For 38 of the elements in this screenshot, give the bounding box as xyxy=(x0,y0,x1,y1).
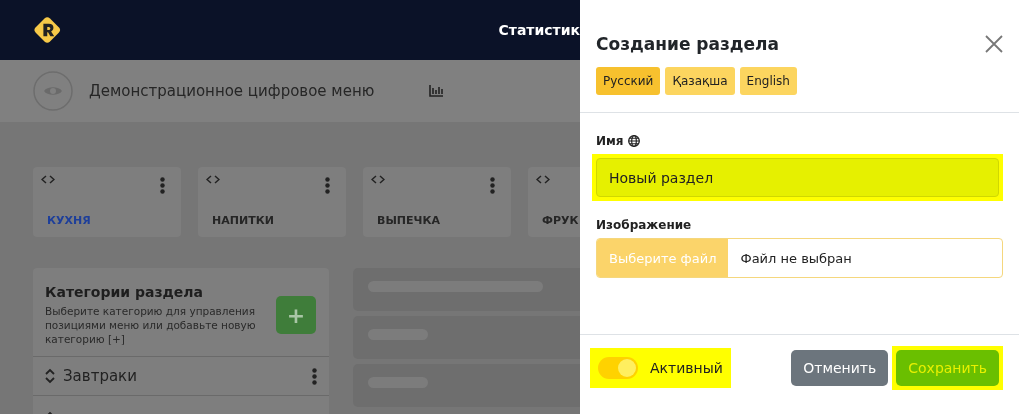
language-tab[interactable]: Қазақша xyxy=(665,67,735,95)
kebab-menu-icon[interactable] xyxy=(312,367,317,385)
code-icon xyxy=(536,175,550,184)
dialog-title: Создание раздела xyxy=(596,34,780,54)
code-icon xyxy=(41,175,55,184)
kebab-menu-icon[interactable] xyxy=(325,177,330,194)
globe-icon xyxy=(627,135,640,147)
category-row[interactable]: Завтраки xyxy=(33,356,329,395)
language-tab[interactable]: English xyxy=(739,67,797,95)
section-card[interactable]: ФРУК xyxy=(528,167,580,237)
section-card[interactable]: КУХНЯ xyxy=(33,167,181,237)
code-icon xyxy=(371,175,385,184)
bar-chart-icon[interactable] xyxy=(429,85,444,97)
file-input[interactable]: Выберите файл Файл не выбран xyxy=(596,238,1003,278)
code-icon xyxy=(206,175,220,184)
toggle-label: Активный xyxy=(650,360,723,376)
close-icon[interactable] xyxy=(985,35,1003,53)
section-label: НАПИТКИ xyxy=(212,214,274,227)
section-label: КУХНЯ xyxy=(47,214,91,227)
section-label: ФРУК xyxy=(542,214,579,227)
nav-link[interactable]: Статистик xyxy=(498,22,580,38)
panel-title: Категории раздела xyxy=(45,284,205,300)
add-button[interactable]: + xyxy=(276,296,316,334)
section-card[interactable]: НАПИТКИ xyxy=(198,167,346,237)
category-label: Завтраки xyxy=(63,367,138,385)
language-tab[interactable]: Русский xyxy=(596,67,661,95)
kebab-menu-icon[interactable] xyxy=(490,177,495,194)
section-card[interactable]: ВЫПЕЧКА xyxy=(363,167,511,237)
field-label: Изображение xyxy=(596,218,692,232)
file-status: Файл не выбран xyxy=(739,249,853,268)
field-label: Имя xyxy=(596,134,624,148)
name-input[interactable]: Новый раздел xyxy=(596,158,999,197)
cancel-button[interactable]: Отменить xyxy=(791,350,889,386)
panel-description: Выберите категорию для управления позициями меню или добавьте новую категорию [+] xyxy=(45,304,257,346)
kebab-menu-icon[interactable] xyxy=(160,177,165,194)
active-toggle[interactable] xyxy=(598,357,638,379)
menu-title: Демонстрационное цифровое меню xyxy=(89,82,375,100)
section-label: ВЫПЕЧКА xyxy=(377,214,440,227)
